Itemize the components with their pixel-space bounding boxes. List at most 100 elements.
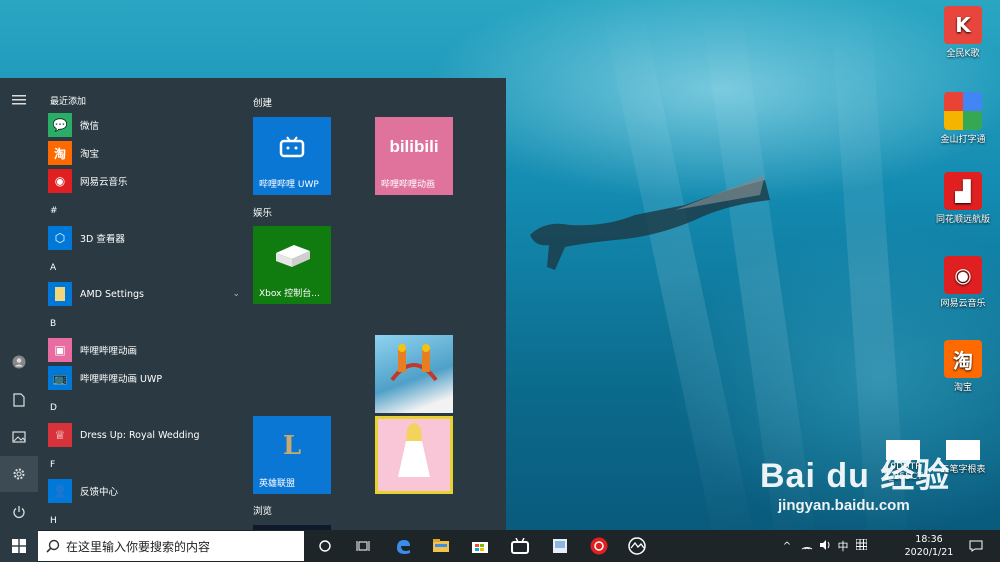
xbox-console-icon [253, 226, 331, 286]
photo-icon[interactable] [545, 530, 575, 562]
system-tray: ^ 中 [780, 530, 870, 562]
keyboard-icon[interactable] [852, 538, 870, 553]
tile-label: 英雄联盟 [259, 479, 296, 489]
netease-icon: ◉ [48, 169, 72, 193]
app-label: AMD Settings [80, 288, 144, 300]
desktop-icon-label: 网易云音乐 [940, 299, 986, 309]
app-item-3d-viewer[interactable]: ⬡ 3D 查看器 [48, 225, 238, 251]
game-icon [375, 335, 453, 395]
stock-icon: ▟ [944, 172, 982, 210]
bilibili-icon[interactable] [505, 530, 535, 562]
section-letter-h[interactable]: H [50, 516, 57, 526]
app-item-wechat[interactable]: 💬 微信 [48, 112, 238, 138]
app-label: 哔哩哔哩动画 UWP [80, 374, 163, 385]
app-item-feedback[interactable]: 👤 反馈中心 [48, 478, 238, 504]
tile-dress-up[interactable] [375, 416, 453, 494]
desktop-icon-stock[interactable]: ▟ 同花顺远航版 [928, 172, 998, 225]
app-item-amd-settings[interactable]: AMD Settings ⌄ [48, 281, 238, 307]
pictures-icon[interactable] [0, 419, 38, 455]
menu-icon[interactable] [0, 82, 38, 118]
store-icon[interactable] [465, 530, 495, 562]
bilibili-logo: bilibili [389, 137, 439, 156]
start-button[interactable] [0, 530, 38, 562]
tile-bilibili-uwp[interactable]: 哔哩哔哩 UWP [253, 117, 331, 195]
browser-icon[interactable] [622, 530, 652, 562]
search-icon [46, 539, 60, 553]
app-list: 最近添加 💬 微信 淘 淘宝 ◉ 网易云音乐 # ⬡ 3D 查看器 A AMD … [38, 78, 238, 530]
netease-icon: ◉ [944, 256, 982, 294]
settings-icon[interactable] [0, 456, 38, 492]
chevron-up-icon[interactable]: ^ [780, 541, 794, 552]
explorer-icon[interactable] [426, 530, 456, 562]
notification-icon[interactable] [962, 530, 990, 562]
tile-bilibili[interactable]: bilibili 哔哩哔哩动画 [375, 117, 453, 195]
tile-game-bridge[interactable] [375, 335, 453, 413]
bride-icon [378, 419, 450, 479]
windows-icon [12, 539, 26, 553]
group-create[interactable]: 创建 [253, 95, 272, 109]
bilibili-icon: ▣ [48, 338, 72, 362]
desktop-icon-taobao[interactable]: 淘 淘宝 [928, 340, 998, 393]
app-label: 反馈中心 [80, 487, 119, 498]
search-box[interactable]: 在这里输入你要搜索的内容 [38, 531, 304, 561]
typing-icon [944, 92, 982, 130]
tile-xbox[interactable]: Xbox 控制台... [253, 226, 331, 304]
wechat-icon: 💬 [48, 113, 72, 137]
desktop-icon-netease[interactable]: ◉ 网易云音乐 [928, 256, 998, 309]
netease-icon[interactable] [584, 530, 614, 562]
document-icon[interactable] [0, 382, 38, 418]
volume-icon[interactable] [816, 539, 834, 553]
diver-image [530, 175, 770, 270]
feedback-icon: 👤 [48, 479, 72, 503]
app-item-dress-up[interactable]: ♕ Dress Up: Royal Wedding [48, 422, 238, 448]
app-label: 3D 查看器 [80, 234, 125, 245]
user-icon[interactable] [0, 344, 38, 380]
image-file-icon [946, 440, 980, 460]
start-menu: 最近添加 💬 微信 淘 淘宝 ◉ 网易云音乐 # ⬡ 3D 查看器 A AMD … [0, 78, 506, 530]
edge-icon[interactable] [388, 530, 418, 562]
app-label: 微信 [80, 121, 100, 132]
section-letter-b[interactable]: B [50, 319, 56, 329]
desktop-icon-label: 全民K歌 [946, 49, 980, 59]
app-item-netease[interactable]: ◉ 网易云音乐 [48, 168, 238, 194]
tile-label: 哔哩哔哩 UWP [259, 180, 319, 190]
cube-icon: ⬡ [48, 226, 72, 250]
task-view-icon[interactable] [348, 530, 378, 562]
app-item-bilibili-uwp[interactable]: 📺 哔哩哔哩动画 UWP [48, 365, 238, 391]
group-entertainment[interactable]: 娱乐 [253, 205, 272, 219]
tile-label: 哔哩哔哩动画 [381, 180, 436, 190]
taobao-icon: 淘 [944, 340, 982, 378]
app-label: 哔哩哔哩动画 [80, 346, 138, 357]
tile-lol[interactable]: L 英雄联盟 [253, 416, 331, 494]
app-item-taobao[interactable]: 淘 淘宝 [48, 140, 238, 166]
clock[interactable]: 18:36 2020/1/21 [898, 533, 960, 559]
tile-label: Xbox 控制台... [259, 289, 320, 299]
tiles-area: 创建 哔哩哔哩 UWP bilibili 哔哩哔哩动画 娱乐 Xbox 控制台.… [238, 78, 506, 530]
section-letter-d[interactable]: D [50, 403, 57, 413]
desktop-icon-typing[interactable]: 金山打字通 [928, 92, 998, 145]
section-letter-a[interactable]: A [50, 263, 56, 273]
taobao-icon: 淘 [48, 141, 72, 165]
app-item-bilibili[interactable]: ▣ 哔哩哔哩动画 [48, 337, 238, 363]
desktop-icon-label: 同花顺远航版 [935, 215, 990, 225]
recent-header: 最近添加 [50, 97, 87, 107]
desktop-icon-label: 金山打字通 [940, 135, 986, 145]
clock-date: 2020/1/21 [904, 547, 954, 558]
folder-icon [48, 282, 72, 306]
kge-icon: K [944, 6, 982, 44]
desktop-icon-kge[interactable]: K 全民K歌 [928, 6, 998, 59]
section-letter-hash[interactable]: # [50, 206, 58, 216]
clock-time: 18:36 [915, 534, 943, 545]
tv-icon: 📺 [48, 366, 72, 390]
section-letter-f[interactable]: F [50, 460, 55, 470]
group-browse[interactable]: 浏览 [253, 503, 272, 517]
ime-indicator[interactable]: 中 [834, 538, 852, 554]
app-label: 淘宝 [80, 149, 100, 160]
watermark-brand: Bai du 经验 [760, 457, 951, 495]
watermark: Bai du 经验 jingyan.baidu.com [760, 448, 950, 514]
cortana-icon[interactable] [310, 530, 340, 562]
desktop-icon-label: 淘宝 [953, 383, 972, 393]
network-icon[interactable] [798, 540, 816, 553]
crown-icon: ♕ [48, 423, 72, 447]
power-icon[interactable] [0, 494, 38, 530]
